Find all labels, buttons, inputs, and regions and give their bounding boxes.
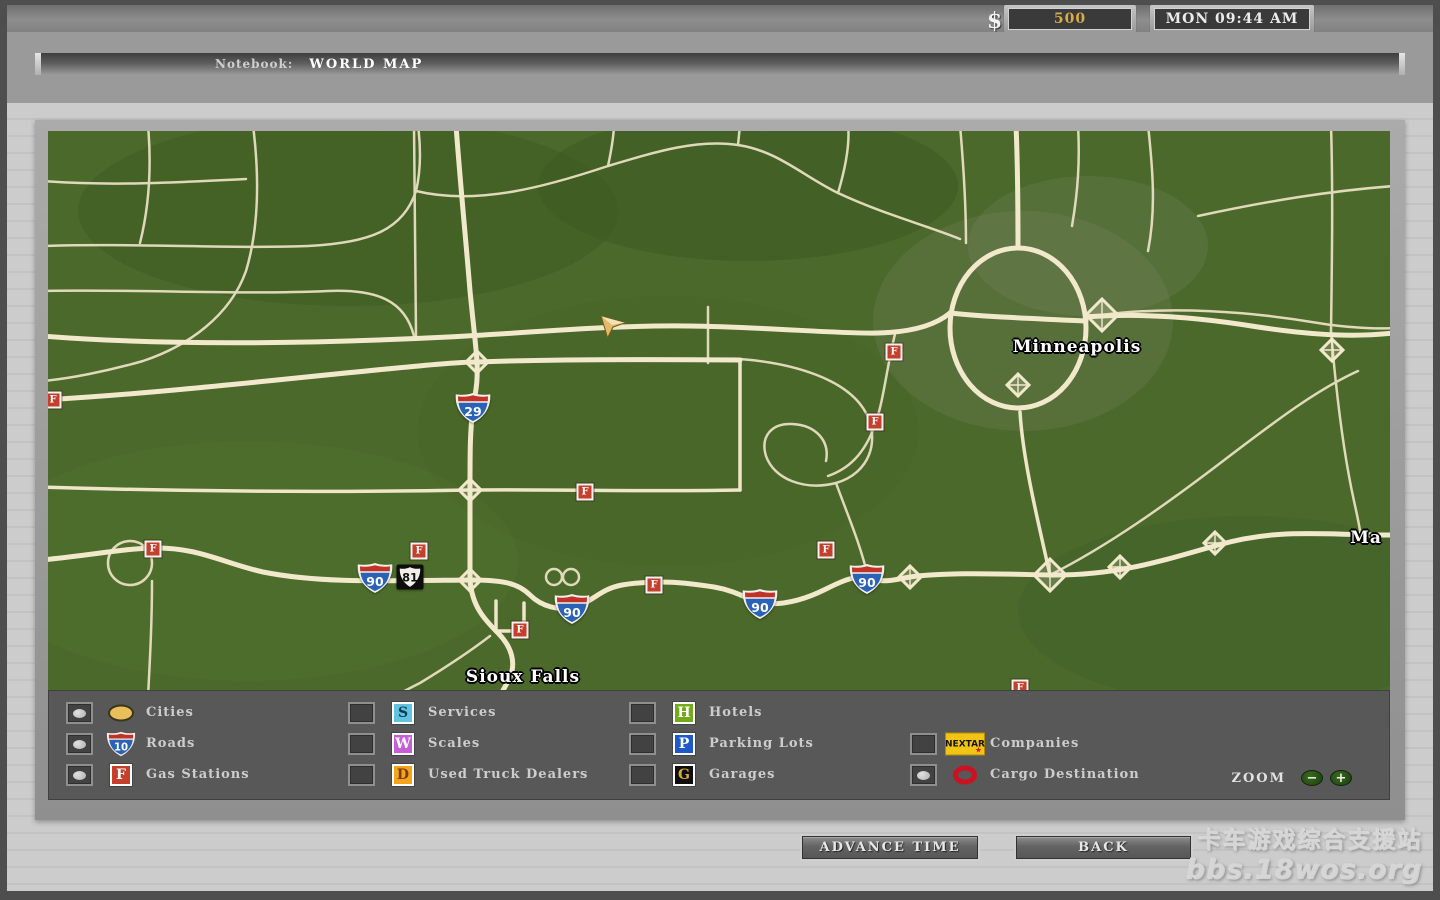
svg-text:90: 90 [751,600,769,615]
companies-label: Companies [990,736,1079,751]
interstate-shield-90: 90 [848,563,886,595]
parking-lots-label: Parking Lots [709,736,814,751]
roads-checkbox[interactable] [66,733,93,755]
gas-station-marker: F [818,542,835,559]
hotels-checkbox[interactable] [629,702,656,724]
legend-item-cargo-destination: Cargo Destination [910,763,1170,787]
interstate-shield-29: 29 [454,392,492,424]
money-display-bezel: 500 [1004,5,1136,33]
svg-text:90: 90 [563,605,581,620]
legend-item-services: S Services [348,701,608,725]
scales-checkbox[interactable] [348,733,375,755]
zoom-out-button[interactable]: − [1301,770,1323,786]
interstate-shield-90: 90 [553,593,591,625]
cargo-destination-label: Cargo Destination [990,767,1140,782]
gas-stations-checkbox[interactable] [66,764,93,786]
interstate-shield-90: 90 [741,588,779,620]
legend-item-parking-lots: P Parking Lots [629,732,889,756]
companies-nextar-icon: NEXTAR [945,733,985,756]
legend-item-hotels: H Hotels [629,701,889,725]
companies-checkbox[interactable] [910,733,937,755]
datetime-display: MON 09:44 AM [1154,8,1310,30]
city-icon [108,705,134,722]
legend-column-3: H Hotels P Parking Lots G Garages [629,701,889,794]
gas-station-icon: F [110,764,132,786]
city-label: Sioux Falls [466,667,580,687]
city-label: Minneapolis [1013,337,1142,357]
interstate-shield-icon: 10 [106,731,137,757]
svg-text:90: 90 [858,575,876,590]
advance-time-button[interactable]: ADVANCE TIME [802,836,978,859]
parking-lots-checkbox[interactable] [629,733,656,755]
interstate-shield-90: 90 [356,562,394,594]
services-icon: S [392,702,414,724]
zoom-label: ZOOM [1231,771,1286,786]
used-truck-dealers-icon: D [392,764,414,786]
map-panel: F F F F F F F F F F 29 90 90 90 90 81 Minneapolis S… [35,120,1405,820]
services-label: Services [428,705,497,720]
legend-item-scales: W Scales [348,732,608,756]
money-display: 500 [1008,8,1132,30]
legend-column-2: S Services W Scales D Used Truck Dealers [348,701,608,794]
world-map[interactable]: F F F F F F F F F F 29 90 90 90 90 81 Minneapolis S… [48,131,1390,690]
us-route-shield-81: 81 [397,565,424,590]
legend-item-roads: 10 Roads [66,732,326,756]
cargo-destination-checkbox[interactable] [910,764,937,786]
zoom-control: ZOOM − + [1231,770,1352,786]
gas-station-marker: F [646,577,663,594]
gas-station-marker: F [867,414,884,431]
scales-icon: W [392,733,414,755]
svg-text:10: 10 [114,743,128,754]
map-marker-layer: F F F F F F F F F F 29 90 90 90 90 81 Minneapolis S… [48,131,1390,690]
gas-stations-label: Gas Stations [146,767,250,782]
legend-item-garages: G Garages [629,763,889,787]
svg-text:29: 29 [464,404,481,419]
gas-station-marker: F [1012,680,1029,691]
gas-station-marker: F [411,543,428,560]
datetime-display-bezel: MON 09:44 AM [1150,5,1314,33]
garages-checkbox[interactable] [629,764,656,786]
hotels-icon: H [673,702,695,724]
dollar-icon: $ [987,8,1002,34]
scales-label: Scales [428,736,480,751]
map-legend: Cities 10 Roads F Gas Stations S [48,690,1390,800]
hotels-label: Hotels [709,705,763,720]
roads-label: Roads [146,736,195,751]
page-title: WORLD MAP [309,57,423,72]
used-truck-dealers-label: Used Truck Dealers [428,767,588,782]
legend-item-cities: Cities [66,701,326,725]
cities-label: Cities [146,705,194,720]
game-window: $ 500 MON 09:44 AM Notebook: WORLD MAP [0,0,1440,900]
legend-column-4: NEXTAR Companies Cargo Destination [910,701,1170,794]
gas-station-marker: F [886,344,903,361]
map-cursor-arrow [599,312,627,340]
gas-station-marker: F [145,541,162,558]
notebook-label: Notebook: [215,57,293,71]
parking-lots-icon: P [673,733,695,755]
notebook-header-bar: Notebook: WORLD MAP [35,53,1405,75]
garages-label: Garages [709,767,775,782]
back-button[interactable]: BACK [1016,836,1191,859]
legend-item-companies: NEXTAR Companies [910,732,1170,756]
svg-text:81: 81 [402,571,418,585]
zoom-in-button[interactable]: + [1330,770,1352,786]
gas-station-marker: F [512,622,529,639]
gas-station-marker: F [577,484,594,501]
legend-column-1: Cities 10 Roads F Gas Stations [66,701,326,794]
services-checkbox[interactable] [348,702,375,724]
gas-station-marker: F [48,392,62,409]
used-truck-dealers-checkbox[interactable] [348,764,375,786]
cargo-destination-icon [953,766,977,785]
cities-checkbox[interactable] [66,702,93,724]
legend-item-gas-stations: F Gas Stations [66,763,326,787]
city-label: Ma [1350,528,1382,548]
garages-icon: G [673,764,695,786]
svg-text:90: 90 [366,574,384,589]
legend-item-used-truck-dealers: D Used Truck Dealers [348,763,608,787]
